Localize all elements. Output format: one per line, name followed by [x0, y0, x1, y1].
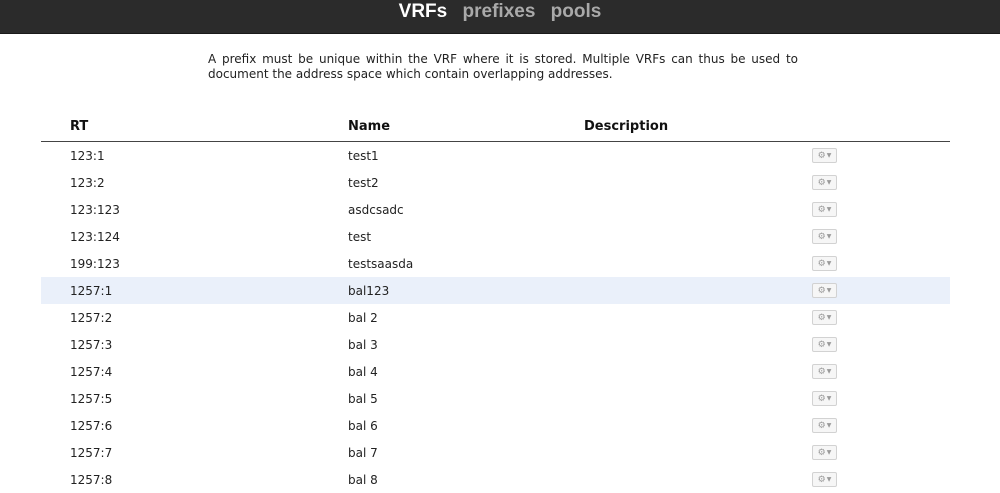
table-row[interactable]: 1257:7 bal 7 ⚙▼	[41, 439, 950, 466]
row-actions-button[interactable]: ⚙▼	[812, 472, 837, 487]
table-row[interactable]: 123:2 test2 ⚙▼	[41, 169, 950, 196]
gear-icon: ⚙	[817, 367, 826, 377]
cell-rt: 123:124	[70, 230, 120, 244]
row-actions-button[interactable]: ⚙▼	[812, 202, 837, 217]
cell-rt: 1257:6	[70, 419, 113, 433]
table-row[interactable]: 1257:6 bal 6 ⚙▼	[41, 412, 950, 439]
gear-icon: ⚙	[817, 421, 826, 431]
chevron-down-icon: ▼	[826, 449, 832, 456]
row-actions-button[interactable]: ⚙▼	[812, 391, 837, 406]
row-actions-button[interactable]: ⚙▼	[812, 445, 837, 460]
chevron-down-icon: ▼	[826, 341, 832, 348]
chevron-down-icon: ▼	[826, 422, 832, 429]
chevron-down-icon: ▼	[826, 368, 832, 375]
row-actions-button[interactable]: ⚙▼	[812, 175, 837, 190]
gear-icon: ⚙	[817, 313, 826, 323]
intro-text: A prefix must be unique within the VRF w…	[208, 52, 798, 81]
table-row[interactable]: 123:123 asdcsadc ⚙▼	[41, 196, 950, 223]
cell-name: bal123	[348, 284, 390, 298]
row-actions-button[interactable]: ⚙▼	[812, 256, 837, 271]
gear-icon: ⚙	[817, 151, 826, 161]
chevron-down-icon: ▼	[826, 206, 832, 213]
table-row[interactable]: 1257:5 bal 5 ⚙▼	[41, 385, 950, 412]
row-actions-button[interactable]: ⚙▼	[812, 310, 837, 325]
row-actions-button[interactable]: ⚙▼	[812, 148, 837, 163]
cell-rt: 123:1	[70, 149, 105, 163]
cell-name: bal 6	[348, 419, 378, 433]
table-row-highlighted[interactable]: 1257:1 bal123 ⚙▼	[41, 277, 950, 304]
gear-icon: ⚙	[817, 475, 826, 485]
table-row[interactable]: 1257:4 bal 4 ⚙▼	[41, 358, 950, 385]
vrf-table-body: 123:1 test1 ⚙▼ 123:2 test2 ⚙▼ 123:123 as…	[41, 142, 950, 493]
table-row[interactable]: 1257:2 bal 2 ⚙▼	[41, 304, 950, 331]
column-header-name: Name	[348, 119, 391, 134]
chevron-down-icon: ▼	[826, 233, 832, 240]
row-actions-button[interactable]: ⚙▼	[812, 337, 837, 352]
row-actions-button[interactable]: ⚙▼	[812, 229, 837, 244]
cell-rt: 123:123	[70, 203, 120, 217]
nav-prefixes[interactable]: prefixes	[463, 1, 536, 23]
table-row[interactable]: 1257:8 bal 8 ⚙▼	[41, 466, 950, 493]
table-row[interactable]: 123:1 test1 ⚙▼	[41, 142, 950, 169]
cell-rt: 1257:1	[70, 284, 113, 298]
table-row[interactable]: 123:124 test ⚙▼	[41, 223, 950, 250]
nav-vrfs[interactable]: VRFs	[399, 1, 448, 23]
cell-rt: 123:2	[70, 176, 105, 190]
cell-name: bal 5	[348, 392, 378, 406]
cell-rt: 1257:3	[70, 338, 113, 352]
cell-name: bal 4	[348, 365, 378, 379]
cell-name: bal 7	[348, 446, 378, 460]
cell-name: asdcsadc	[348, 203, 404, 217]
gear-icon: ⚙	[817, 286, 826, 296]
vrf-table-header: RT Name Description	[41, 116, 950, 142]
cell-rt: 1257:2	[70, 311, 113, 325]
chevron-down-icon: ▼	[826, 260, 832, 267]
table-row[interactable]: 1257:3 bal 3 ⚙▼	[41, 331, 950, 358]
gear-icon: ⚙	[817, 232, 826, 242]
nav-pools[interactable]: pools	[551, 1, 602, 23]
cell-rt: 1257:5	[70, 392, 113, 406]
chevron-down-icon: ▼	[826, 287, 832, 294]
gear-icon: ⚙	[817, 259, 826, 269]
table-row[interactable]: 199:123 testsaasda ⚙▼	[41, 250, 950, 277]
gear-icon: ⚙	[817, 340, 826, 350]
gear-icon: ⚙	[817, 394, 826, 404]
cell-name: bal 2	[348, 311, 378, 325]
cell-rt: 1257:8	[70, 473, 113, 487]
chevron-down-icon: ▼	[826, 395, 832, 402]
cell-name: test2	[348, 176, 379, 190]
main-nav: VRFs prefixes pools	[0, 1, 1000, 23]
column-header-rt: RT	[70, 119, 89, 134]
chevron-down-icon: ▼	[826, 314, 832, 321]
cell-rt: 1257:4	[70, 365, 113, 379]
cell-name: testsaasda	[348, 257, 414, 271]
cell-rt: 199:123	[70, 257, 120, 271]
row-actions-button[interactable]: ⚙▼	[812, 283, 837, 298]
column-header-description: Description	[584, 119, 669, 134]
cell-rt: 1257:7	[70, 446, 113, 460]
gear-icon: ⚙	[817, 448, 826, 458]
cell-name: bal 8	[348, 473, 378, 487]
chevron-down-icon: ▼	[826, 152, 832, 159]
cell-name: bal 3	[348, 338, 378, 352]
row-actions-button[interactable]: ⚙▼	[812, 418, 837, 433]
gear-icon: ⚙	[817, 205, 826, 215]
cell-name: test1	[348, 149, 379, 163]
chevron-down-icon: ▼	[826, 179, 832, 186]
row-actions-button[interactable]: ⚙▼	[812, 364, 837, 379]
top-navigation-bar: VRFs prefixes pools	[0, 0, 1000, 34]
gear-icon: ⚙	[817, 178, 826, 188]
cell-name: test	[348, 230, 372, 244]
chevron-down-icon: ▼	[826, 476, 832, 483]
